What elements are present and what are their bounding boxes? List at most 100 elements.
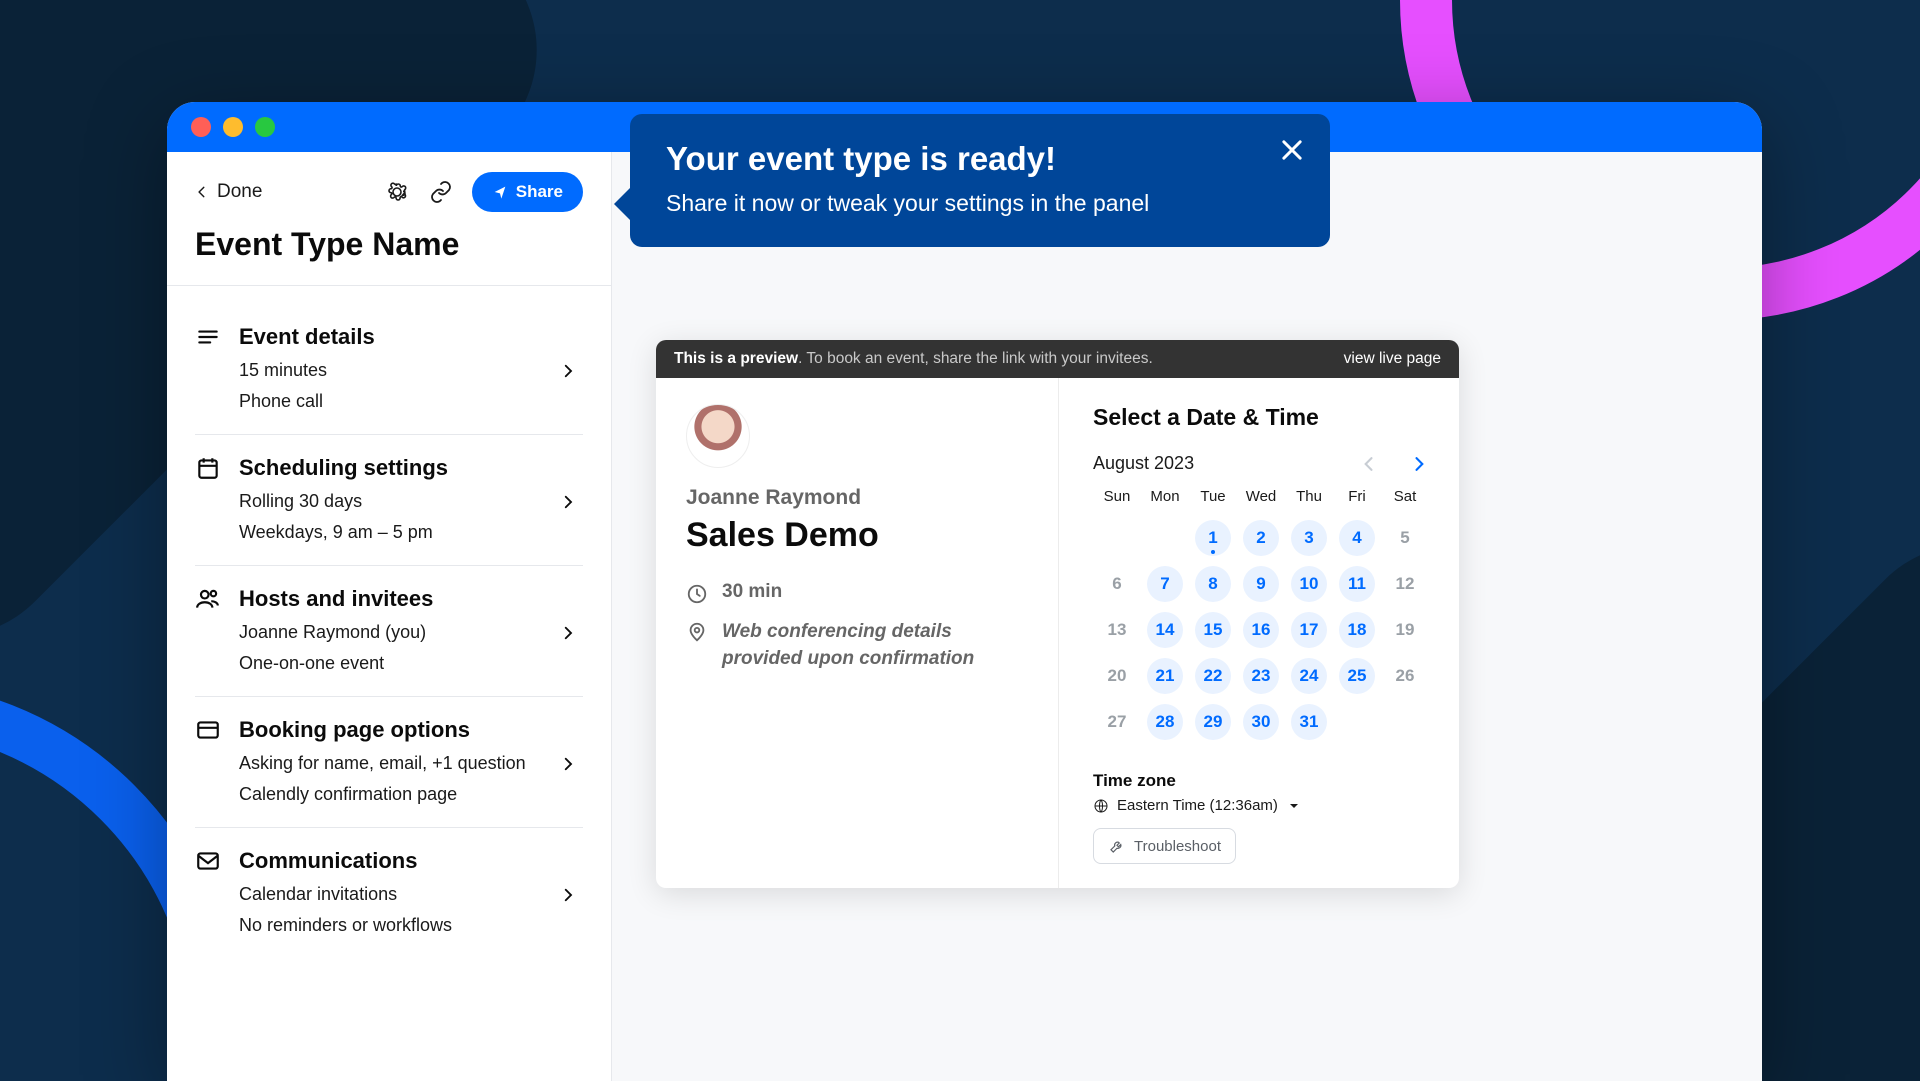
section-line[interactable]: Calendar invitations	[239, 884, 583, 905]
section-title: Scheduling settings	[239, 455, 448, 481]
preview-area: Your event type is ready! Share it now o…	[612, 152, 1762, 1081]
calendar-day-available[interactable]: 3	[1285, 515, 1333, 561]
section-line[interactable]: Joanne Raymond (you)	[239, 622, 583, 643]
calendar-dow: Sat	[1381, 488, 1429, 515]
calendar-day-available[interactable]: 10	[1285, 561, 1333, 607]
view-live-page-link[interactable]: view live page	[1344, 350, 1441, 368]
troubleshoot-button[interactable]: Troubleshoot	[1093, 828, 1236, 864]
event-details-icon	[195, 324, 221, 350]
calendar-day-available[interactable]: 18	[1333, 607, 1381, 653]
chevron-right-icon	[559, 886, 577, 904]
calendar-next-button[interactable]	[1409, 454, 1429, 474]
back-button[interactable]: Done	[195, 181, 262, 203]
scheduling-icon	[195, 455, 221, 481]
tooltip-body: Share it now or tweak your settings in t…	[666, 190, 1260, 217]
location-text: Web conferencing details provided upon c…	[722, 619, 1028, 672]
booking-icon	[195, 717, 221, 743]
calendar-day-available[interactable]: 15	[1189, 607, 1237, 653]
page-title: Event Type Name	[195, 226, 583, 263]
window-close-icon[interactable]	[191, 117, 211, 137]
calendar-prev-button[interactable]	[1359, 454, 1379, 474]
calendar-day-available[interactable]: 1	[1189, 515, 1237, 561]
share-label: Share	[516, 182, 563, 202]
calendar-day-available[interactable]: 22	[1189, 653, 1237, 699]
calendar-day-available[interactable]: 24	[1285, 653, 1333, 699]
window-minimize-icon[interactable]	[223, 117, 243, 137]
select-date-title: Select a Date & Time	[1093, 404, 1429, 431]
section-line-text: No reminders or workflows	[239, 915, 452, 936]
section-line[interactable]: Calendly confirmation page	[239, 784, 583, 805]
host-avatar	[686, 404, 750, 468]
link-icon	[429, 180, 453, 204]
chevron-right-icon	[559, 624, 577, 642]
chevron-right-icon	[559, 493, 577, 511]
calendar-day-available[interactable]: 11	[1333, 561, 1381, 607]
caret-down-icon	[1286, 798, 1302, 814]
calendar-dow: Mon	[1141, 488, 1189, 515]
calendar-day-available[interactable]: 17	[1285, 607, 1333, 653]
calendar-dow: Thu	[1285, 488, 1333, 515]
window-zoom-icon[interactable]	[255, 117, 275, 137]
section-line[interactable]: 15 minutes	[239, 360, 583, 381]
calendar-day-available[interactable]: 21	[1141, 653, 1189, 699]
section-hosts[interactable]: Hosts and inviteesJoanne Raymond (you)On…	[195, 566, 583, 697]
calendar-day-available[interactable]: 29	[1189, 699, 1237, 745]
chevron-right-icon	[1409, 454, 1429, 474]
calendar-day-available[interactable]: 28	[1141, 699, 1189, 745]
section-title: Booking page options	[239, 717, 470, 743]
section-line[interactable]: Rolling 30 days	[239, 491, 583, 512]
calendar-day-available[interactable]: 9	[1237, 561, 1285, 607]
close-icon	[1278, 136, 1306, 164]
section-line[interactable]: No reminders or workflows	[239, 915, 583, 936]
section-booking[interactable]: Booking page options Asking for name, ema…	[195, 697, 583, 828]
calendar-dow: Wed	[1237, 488, 1285, 515]
calendar-day	[1333, 699, 1381, 745]
wrench-icon	[1108, 837, 1126, 855]
timezone-value: Eastern Time (12:36am)	[1117, 797, 1278, 814]
section-scheduling[interactable]: Scheduling settings Rolling 30 days Weekda…	[195, 435, 583, 566]
timezone-picker[interactable]: Eastern Time (12:36am)	[1093, 797, 1429, 814]
section-event-details[interactable]: Event details 15 minutes Phone call	[195, 304, 583, 435]
section-line-text: Weekdays, 9 am – 5 pm	[239, 522, 433, 543]
section-line-text: One-on-one event	[239, 653, 384, 674]
calendar-day-available[interactable]: 7	[1141, 561, 1189, 607]
share-arrow-icon	[492, 184, 508, 200]
calendar-dow: Fri	[1333, 488, 1381, 515]
chevron-left-icon	[195, 185, 209, 199]
section-comms[interactable]: Communications Calendar invitations No rem…	[195, 828, 583, 958]
calendar-dow: Sun	[1093, 488, 1141, 515]
chevron-right-icon	[559, 362, 577, 380]
section-line-text: Calendar invitations	[239, 884, 397, 905]
calendar-day: 12	[1381, 561, 1429, 607]
clock-icon	[686, 583, 708, 605]
location-pin-icon	[686, 621, 708, 643]
calendar-day-available[interactable]: 4	[1333, 515, 1381, 561]
section-title: Communications	[239, 848, 417, 874]
tooltip-close-button[interactable]	[1278, 136, 1306, 164]
calendar-day-available[interactable]: 23	[1237, 653, 1285, 699]
calendar-day-available[interactable]: 30	[1237, 699, 1285, 745]
section-line[interactable]: Asking for name, email, +1 question	[239, 753, 583, 774]
settings-button[interactable]	[384, 179, 410, 205]
calendar-day-available[interactable]: 8	[1189, 561, 1237, 607]
tooltip-title: Your event type is ready!	[666, 140, 1260, 178]
preview-bar: This is a preview. To book an event, sha…	[656, 340, 1459, 378]
calendar-day	[1141, 515, 1189, 561]
section-line[interactable]: One-on-one event	[239, 653, 583, 674]
chevron-right-icon	[559, 755, 577, 773]
calendar-day: 5	[1381, 515, 1429, 561]
share-button[interactable]: Share	[472, 172, 583, 212]
timezone-label: Time zone	[1093, 771, 1429, 791]
section-title: Event details	[239, 324, 375, 350]
calendar-day-available[interactable]: 14	[1141, 607, 1189, 653]
calendar-day-available[interactable]: 31	[1285, 699, 1333, 745]
calendar-day-available[interactable]: 2	[1237, 515, 1285, 561]
section-line[interactable]: Weekdays, 9 am – 5 pm	[239, 522, 583, 543]
calendar-day-available[interactable]: 25	[1333, 653, 1381, 699]
troubleshoot-label: Troubleshoot	[1134, 838, 1221, 855]
section-line[interactable]: Phone call	[239, 391, 583, 412]
calendar-grid: SunMonTueWedThuFriSat1234567891011121314…	[1093, 488, 1429, 745]
copy-link-button[interactable]	[428, 179, 454, 205]
calendar-day-available[interactable]: 16	[1237, 607, 1285, 653]
calendar-day: 6	[1093, 561, 1141, 607]
